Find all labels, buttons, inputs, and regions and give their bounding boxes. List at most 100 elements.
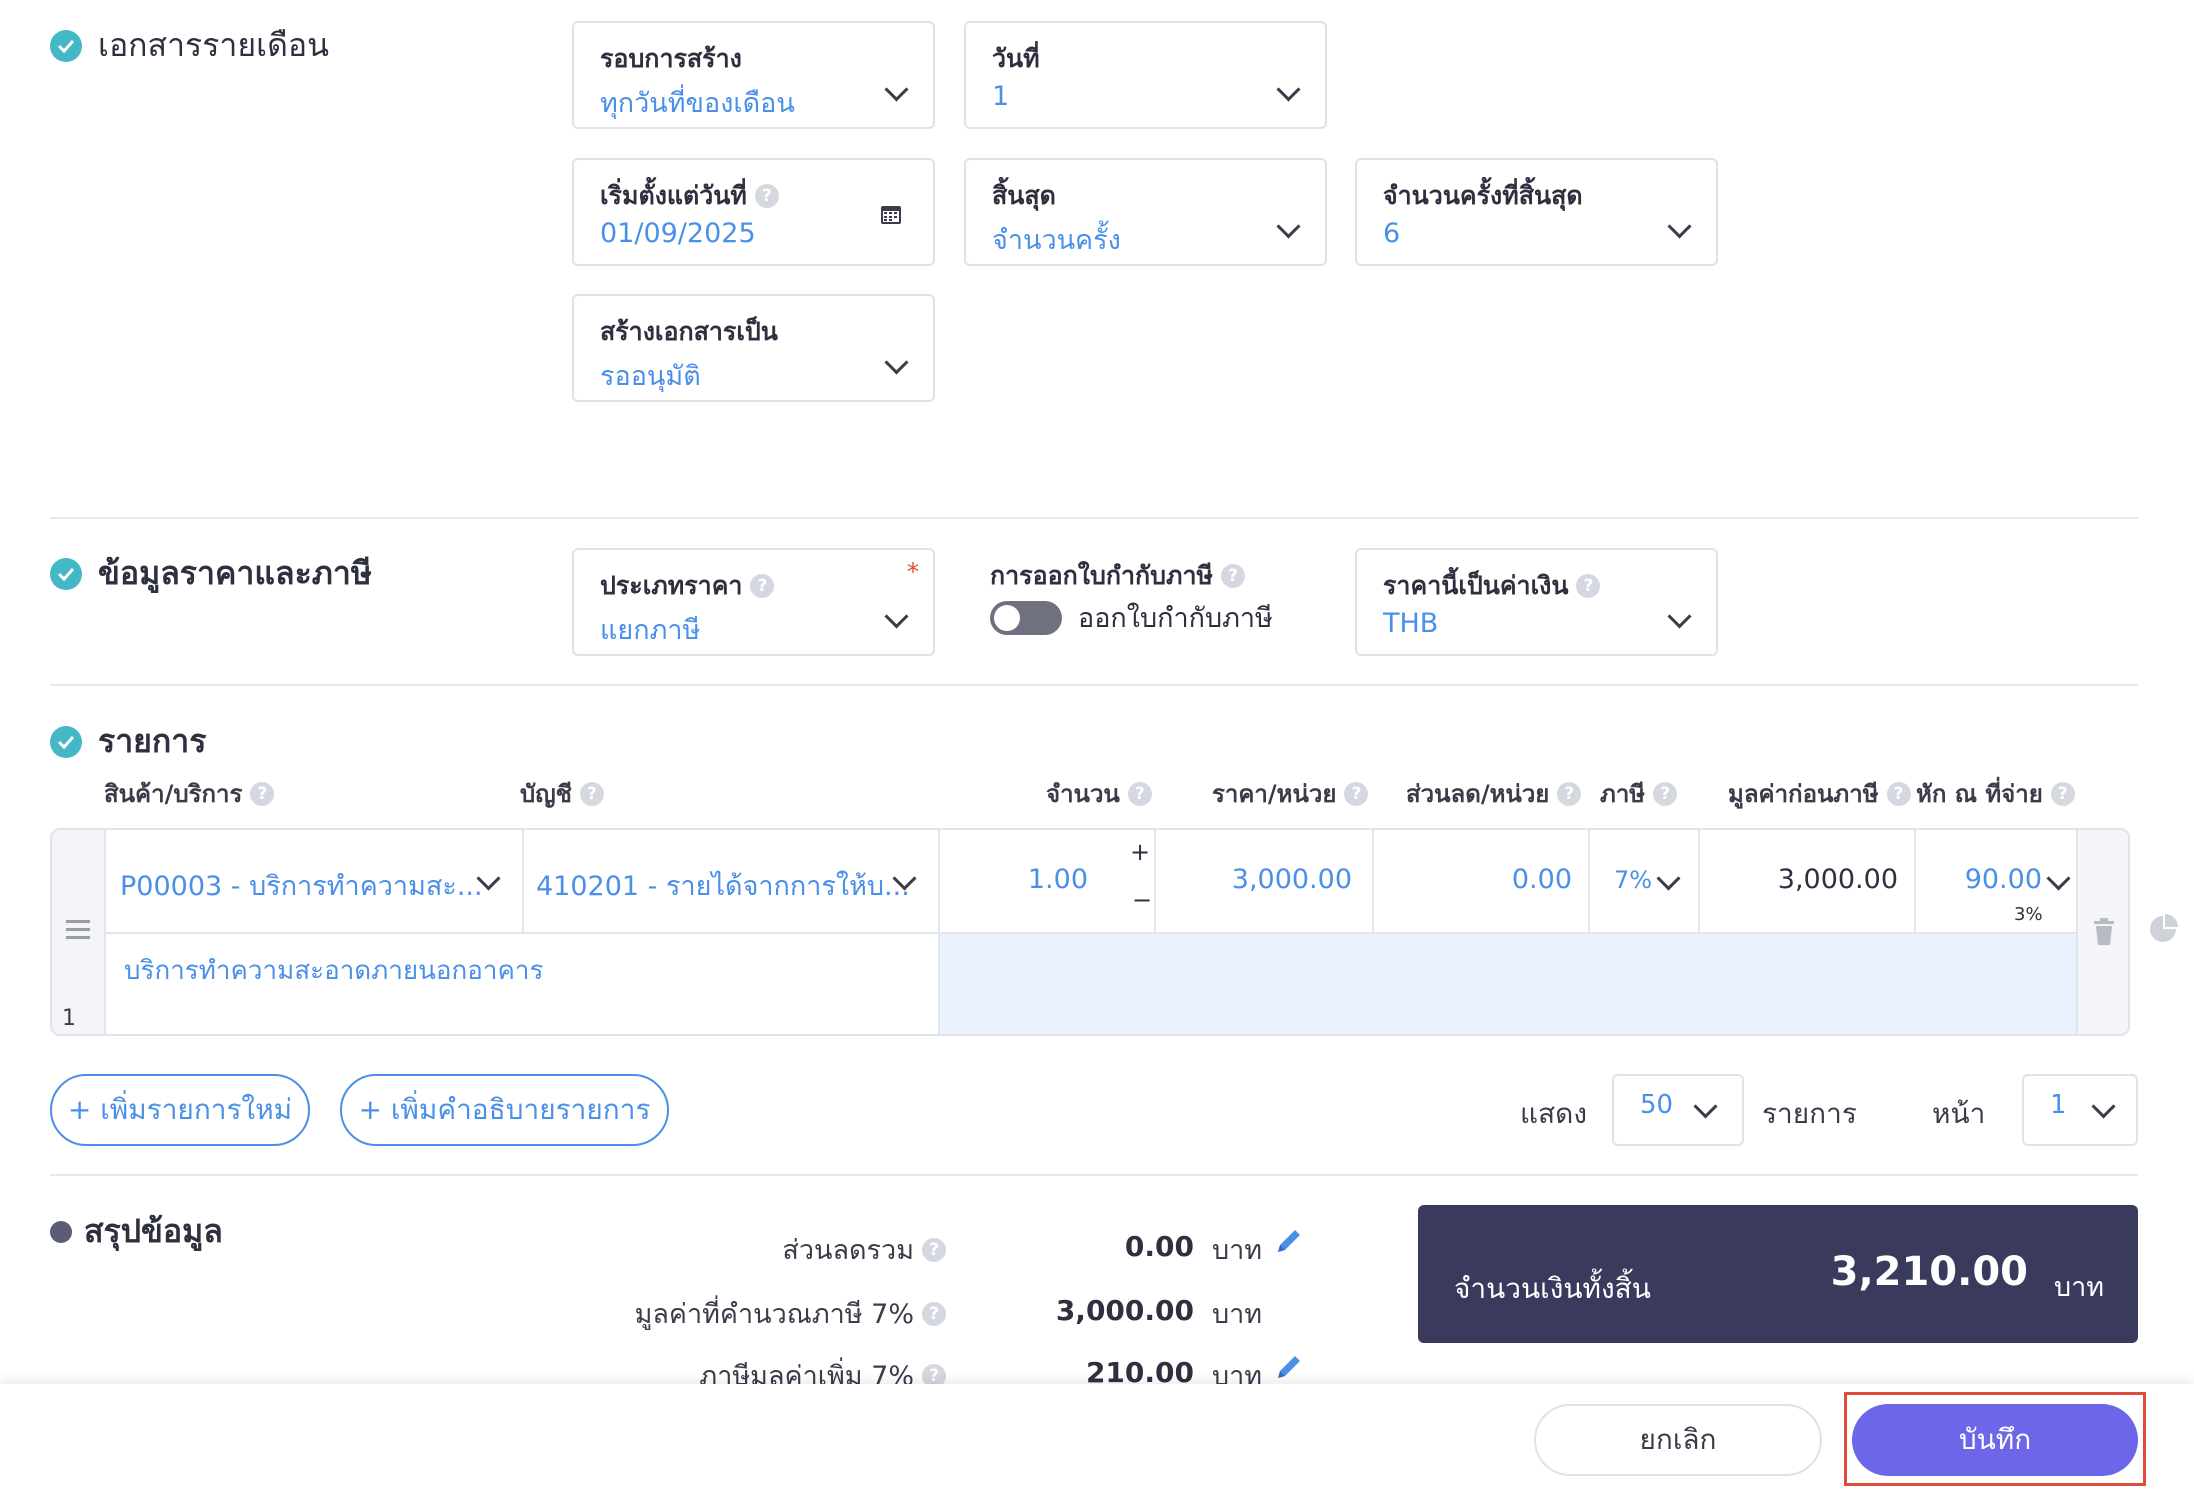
chevron-down-icon[interactable]: [1656, 866, 1681, 891]
end-count-label: จำนวนครั้งที่สิ้นสุด: [1383, 181, 1583, 210]
end-value: จำนวนครั้ง: [992, 225, 1121, 256]
chevron-down-icon: [1693, 1094, 1718, 1119]
help-icon[interactable]: ?: [1221, 564, 1246, 588]
add-item-button[interactable]: + เพิ่มรายการใหม่: [50, 1074, 310, 1146]
qty-decrement-icon[interactable]: −: [1132, 886, 1152, 914]
help-icon[interactable]: ?: [750, 574, 775, 598]
day-value: 1: [992, 81, 1010, 112]
wht-rate: 3%: [2014, 904, 2043, 925]
pie-chart-icon[interactable]: [2148, 914, 2178, 948]
taxable-unit: บาท: [1212, 1299, 1263, 1330]
section-monthly-title: เอกสารรายเดือน: [50, 20, 329, 71]
grand-total-label: จำนวนเงินทั้งสิ้น: [1454, 1272, 1651, 1305]
day-select[interactable]: วันที่ 1: [964, 21, 1327, 129]
show-label: แสดง: [1520, 1097, 1587, 1130]
header-qty: จำนวน?: [1046, 774, 1152, 813]
create-as-label: สร้างเอกสารเป็น: [600, 317, 778, 346]
trash-icon[interactable]: [2092, 918, 2116, 950]
chevron-down-icon[interactable]: [2046, 866, 2071, 891]
page-label: หน้า: [1932, 1097, 1986, 1130]
day-label: วันที่: [992, 44, 1040, 73]
grand-total-card: จำนวนเงินทั้งสิ้น 3,210.00 บาท: [1418, 1205, 2138, 1343]
wht-select[interactable]: 90.00: [1922, 864, 2042, 895]
help-icon[interactable]: ?: [922, 1301, 946, 1326]
items-label: รายการ: [1762, 1097, 1857, 1130]
help-icon[interactable]: ?: [1344, 781, 1369, 806]
tax-invoice-toggle-label: ออกใบกำกับภาษี: [1078, 603, 1273, 634]
price-type-value: แยกภาษี: [600, 615, 701, 646]
grand-total-unit: บาท: [2054, 1272, 2105, 1303]
chevron-down-icon: [884, 77, 909, 102]
start-date-label: เริ่มตั้งแต่วันที่: [600, 181, 747, 210]
section-items-title: รายการ: [50, 716, 206, 767]
drag-handle-icon[interactable]: [66, 920, 90, 939]
help-icon[interactable]: ?: [1653, 781, 1678, 806]
status-dot-icon: [50, 1220, 72, 1243]
discount-input[interactable]: 0.00: [1382, 864, 1572, 895]
help-icon[interactable]: ?: [922, 1237, 946, 1262]
cycle-value: ทุกวันที่ของเดือน: [600, 88, 795, 119]
tax-invoice-label: การออกใบกำกับภาษี: [990, 561, 1214, 590]
items-table: 1 P00003 - บริการทำความสะ... 410201 - รา…: [50, 828, 2130, 1036]
help-icon[interactable]: ?: [579, 781, 604, 806]
pencil-icon[interactable]: [1274, 1226, 1304, 1260]
price-type-select[interactable]: ประเภทราคา? * แยกภาษี: [572, 548, 935, 656]
check-circle-icon: [50, 29, 82, 62]
page-size-value: 50: [1640, 1090, 1674, 1120]
end-count-select[interactable]: จำนวนครั้งที่สิ้นสุด 6: [1355, 158, 1718, 266]
calendar-icon[interactable]: [879, 202, 903, 230]
product-select[interactable]: P00003 - บริการทำความสะ...: [120, 864, 483, 907]
help-icon[interactable]: ?: [2050, 781, 2075, 806]
help-icon[interactable]: ?: [1127, 781, 1152, 806]
tax-invoice-toggle[interactable]: [990, 600, 1062, 635]
add-description-button[interactable]: + เพิ่มคำอธิบายรายการ: [340, 1074, 669, 1146]
header-product: สินค้า/บริการ?: [104, 774, 275, 813]
help-icon[interactable]: ?: [754, 184, 779, 208]
section-pricing-title: ข้อมูลราคาและภาษี: [50, 548, 372, 599]
help-icon[interactable]: ?: [1557, 781, 1582, 806]
chevron-down-icon: [884, 604, 909, 629]
required-marker: *: [907, 558, 919, 586]
price-type-label: ประเภทราคา: [600, 571, 743, 600]
help-icon[interactable]: ?: [250, 781, 275, 806]
header-tax: ภาษี?: [1600, 774, 1678, 813]
header-discount: ส่วนลด/หน่วย?: [1406, 774, 1582, 813]
page-value: 1: [2050, 1090, 2067, 1120]
tax-select[interactable]: 7%: [1614, 866, 1652, 894]
create-as-select[interactable]: สร้างเอกสารเป็น รออนุมัติ: [572, 294, 935, 402]
unit-price-input[interactable]: 3,000.00: [1162, 864, 1352, 895]
qty-increment-icon[interactable]: +: [1130, 838, 1150, 866]
section-summary-title: สรุปข้อมูล: [50, 1206, 223, 1257]
end-label: สิ้นสุด: [992, 181, 1056, 210]
grand-total-value: 3,210.00: [1830, 1249, 2028, 1295]
cancel-button[interactable]: ยกเลิก: [1534, 1404, 1822, 1476]
chevron-down-icon: [2091, 1094, 2116, 1119]
help-icon[interactable]: ?: [1886, 781, 1911, 806]
item-description[interactable]: บริการทำความสะอาดภายนอกอาคาร: [124, 950, 543, 991]
qty-input[interactable]: 1.00: [952, 864, 1088, 895]
start-date-field[interactable]: เริ่มตั้งแต่วันที่? 01/09/2025: [572, 158, 935, 266]
page-select[interactable]: 1: [2022, 1074, 2138, 1146]
pencil-icon[interactable]: [1274, 1352, 1304, 1386]
discount-total-value: 0.00: [1124, 1230, 1194, 1263]
check-circle-icon: [50, 725, 82, 758]
cycle-select[interactable]: รอบการสร้าง ทุกวันที่ของเดือน: [572, 21, 935, 129]
row-number: 1: [62, 1006, 76, 1031]
chevron-down-icon: [1667, 604, 1692, 629]
create-as-value: รออนุมัติ: [600, 361, 701, 392]
header-account: บัญชี?: [520, 774, 604, 813]
chevron-down-icon: [1276, 77, 1301, 102]
page-size-select[interactable]: 50: [1612, 1074, 1744, 1146]
currency-label: ราคานี้เป็นค่าเงิน: [1383, 571, 1569, 600]
end-select[interactable]: สิ้นสุด จำนวนครั้ง: [964, 158, 1327, 266]
header-unit-price: ราคา/หน่วย?: [1212, 774, 1369, 813]
taxable-label: มูลค่าที่คำนวณภาษี 7%?: [500, 1292, 946, 1335]
chevron-down-icon: [884, 350, 909, 375]
account-select[interactable]: 410201 - รายได้จากการให้บ...: [536, 864, 910, 907]
currency-select[interactable]: ราคานี้เป็นค่าเงิน? THB: [1355, 548, 1718, 656]
header-wht: หัก ณ ที่จ่าย?: [1916, 774, 2075, 813]
start-date-value: 01/09/2025: [600, 218, 756, 249]
currency-value: THB: [1383, 608, 1439, 639]
save-button[interactable]: บันทึก: [1852, 1404, 2138, 1476]
help-icon[interactable]: ?: [1576, 574, 1601, 598]
